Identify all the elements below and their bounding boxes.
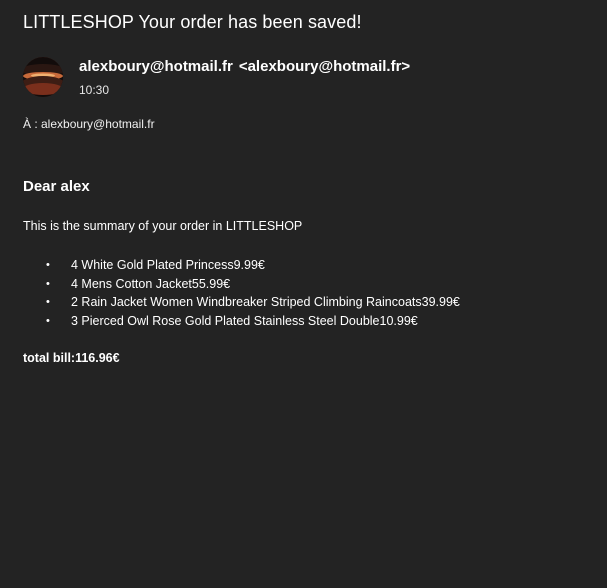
bullet-icon: • [46,315,50,328]
received-time: 10:30 [79,83,110,97]
order-item-text: 4 White Gold Plated Princess9.99€ [71,258,265,272]
email-subject: LITTLESHOP Your order has been saved! [23,12,362,32]
sunset-photo-icon [23,57,63,97]
sender-name[interactable]: alexboury@hotmail.fr [79,58,233,75]
bullet-icon: • [46,277,50,290]
order-item: • 2 Rain Jacket Women Windbreaker Striped… [23,293,460,312]
greeting-heading: Dear alex [23,178,90,195]
order-item-text: 3 Pierced Owl Rose Gold Plated Stainless… [71,314,418,329]
total-bill: total bill:116.96€ [23,351,120,365]
sender-line[interactable]: alexboury@hotmail.fr <alexboury@hotmail.f… [79,58,410,75]
order-item: • 4 White Gold Plated Princess9.99€ [23,256,460,275]
bullet-icon: • [46,296,50,309]
sender-address[interactable]: <alexboury@hotmail.fr> [239,58,410,75]
order-items-list: • 4 White Gold Plated Princess9.99€ • 4 Me… [23,256,460,331]
sender-avatar[interactable] [23,57,63,97]
order-item-text: 2 Rain Jacket Women Windbreaker Striped … [71,295,460,310]
order-item-text: 4 Mens Cotton Jacket55.99€ [71,276,231,291]
recipient-line: À : alexboury@hotmail.fr [23,117,155,131]
order-item: • 3 Pierced Owl Rose Gold Plated Stainles… [23,312,460,331]
email-reading-pane: LITTLESHOP Your order has been saved! al… [0,0,607,588]
bullet-icon: • [46,259,50,271]
order-intro-text: This is the summary of your order in LIT… [23,219,303,233]
order-item: • 4 Mens Cotton Jacket55.99€ [23,275,460,294]
